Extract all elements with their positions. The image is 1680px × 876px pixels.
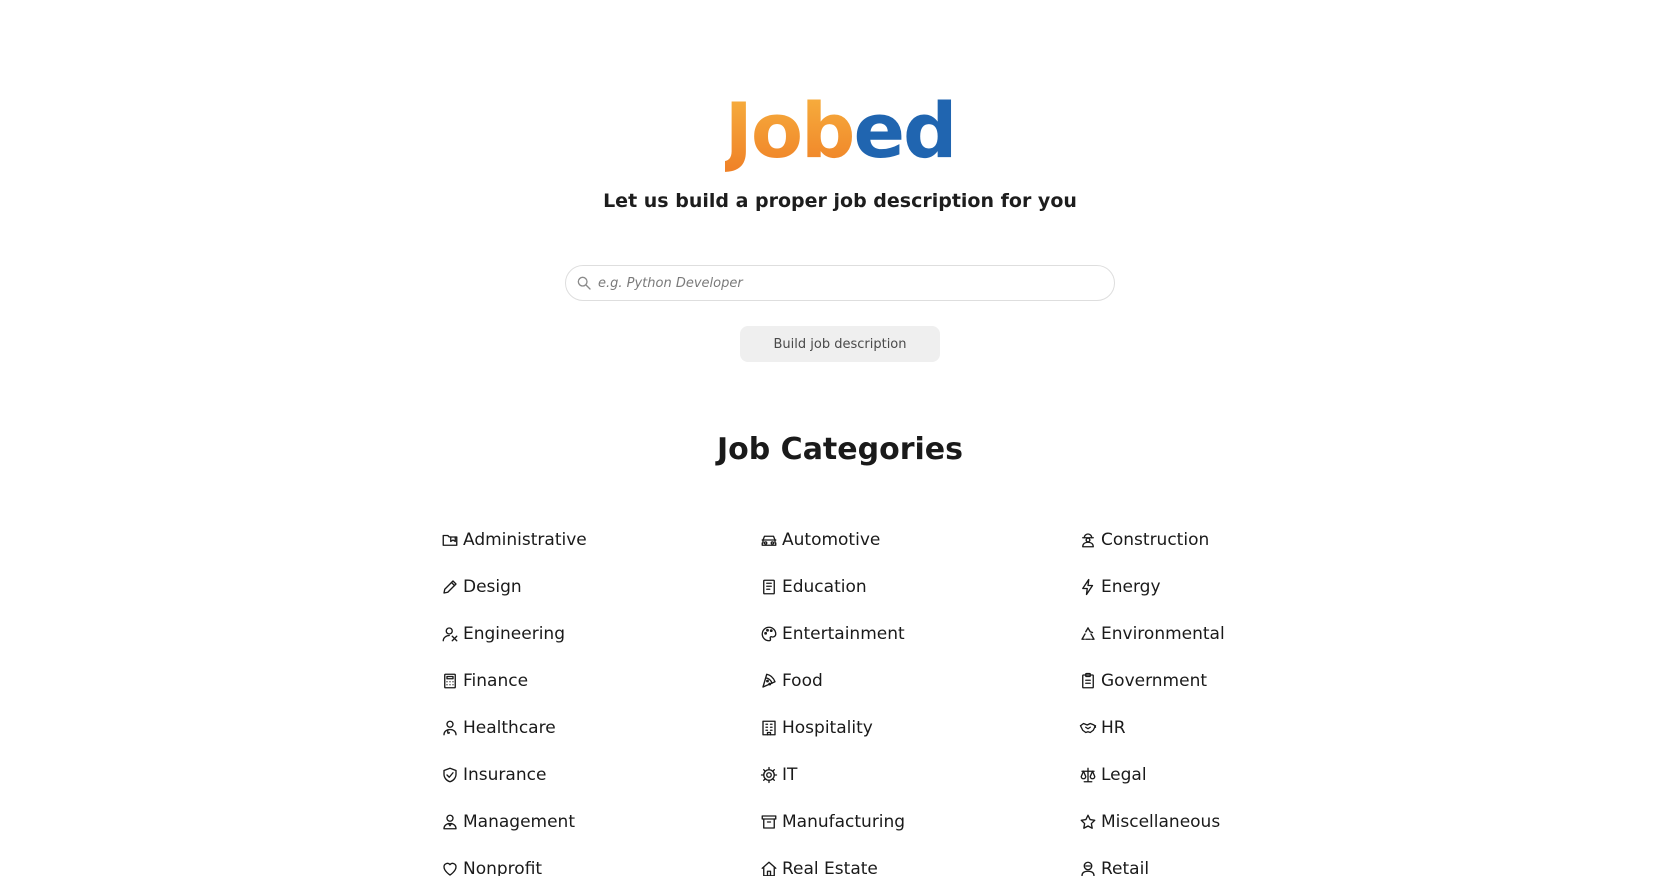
folder-icon bbox=[442, 534, 458, 546]
build-job-description-button[interactable]: Build job description bbox=[740, 326, 940, 362]
pizza-icon bbox=[762, 673, 776, 688]
calculator-icon bbox=[444, 673, 456, 689]
clipboard-icon bbox=[1082, 672, 1094, 689]
category-label: Real Estate bbox=[782, 859, 878, 876]
category-entertainment[interactable]: Entertainment bbox=[760, 622, 1079, 646]
category-label: Nonprofit bbox=[463, 859, 543, 876]
category-food[interactable]: Food bbox=[760, 669, 1079, 693]
tagline: Let us build a proper job description fo… bbox=[603, 190, 1077, 212]
heart-icon bbox=[443, 862, 457, 876]
category-label: Engineering bbox=[463, 624, 565, 644]
category-miscellaneous[interactable]: Miscellaneous bbox=[1079, 810, 1398, 834]
hotel-icon bbox=[762, 720, 776, 736]
category-construction[interactable]: Construction bbox=[1079, 528, 1398, 552]
category-label: Manufacturing bbox=[782, 812, 906, 832]
category-it[interactable]: IT bbox=[760, 763, 1079, 787]
house-icon bbox=[761, 861, 777, 876]
logo-part-job: Job bbox=[724, 86, 856, 175]
category-insurance[interactable]: Insurance bbox=[441, 763, 760, 787]
category-retail[interactable]: Retail bbox=[1079, 857, 1398, 876]
category-label: Insurance bbox=[463, 765, 547, 785]
jobed-logo[interactable]: Jobed bbox=[0, 86, 1680, 176]
category-label: Retail bbox=[1101, 859, 1150, 876]
category-label: Administrative bbox=[463, 530, 587, 550]
job-categories-heading: Job Categories bbox=[716, 432, 963, 467]
category-energy[interactable]: Energy bbox=[1079, 575, 1398, 599]
category-label: Automotive bbox=[782, 530, 881, 550]
book-icon bbox=[763, 579, 775, 595]
category-label: Construction bbox=[1101, 530, 1210, 550]
category-administrative[interactable]: Administrative bbox=[441, 528, 760, 552]
category-label: Miscellaneous bbox=[1101, 812, 1221, 832]
car-icon bbox=[761, 535, 777, 546]
category-real-estate[interactable]: Real Estate bbox=[760, 857, 1079, 876]
category-hospitality[interactable]: Hospitality bbox=[760, 716, 1079, 740]
category-label: IT bbox=[782, 765, 798, 785]
scale-icon bbox=[1080, 767, 1096, 783]
category-label: Entertainment bbox=[782, 624, 905, 644]
categories-grid: Administrative Automotive Construction Desi… bbox=[441, 528, 1401, 876]
handshake-icon bbox=[1079, 722, 1097, 734]
category-hr[interactable]: HR bbox=[1079, 716, 1398, 740]
star-icon bbox=[1080, 814, 1096, 829]
search-input[interactable] bbox=[598, 268, 1100, 298]
search-box[interactable] bbox=[565, 265, 1115, 301]
palette-icon bbox=[761, 626, 777, 642]
category-environmental[interactable]: Environmental bbox=[1079, 622, 1398, 646]
shield-icon bbox=[443, 767, 457, 783]
category-label: Hospitality bbox=[782, 718, 873, 738]
gear-icon bbox=[760, 766, 778, 784]
engineer-icon bbox=[442, 627, 458, 642]
category-management[interactable]: Management bbox=[441, 810, 760, 834]
category-design[interactable]: Design bbox=[441, 575, 760, 599]
category-label: Education bbox=[782, 577, 867, 597]
category-label: Food bbox=[782, 671, 823, 691]
category-label: Environmental bbox=[1101, 624, 1225, 644]
category-nonprofit[interactable]: Nonprofit bbox=[441, 857, 760, 876]
bolt-icon bbox=[1082, 578, 1094, 596]
category-label: Finance bbox=[463, 671, 529, 691]
category-label: Legal bbox=[1101, 765, 1147, 785]
category-legal[interactable]: Legal bbox=[1079, 763, 1398, 787]
worker-icon bbox=[1082, 533, 1094, 548]
category-label: Healthcare bbox=[463, 718, 556, 738]
category-government[interactable]: Government bbox=[1079, 669, 1398, 693]
category-label: HR bbox=[1101, 718, 1126, 738]
cashier-icon bbox=[1081, 861, 1095, 876]
category-manufacturing[interactable]: Manufacturing bbox=[760, 810, 1079, 834]
category-label: Management bbox=[463, 812, 575, 832]
archive-icon bbox=[761, 815, 777, 829]
logo-part-ed: ed bbox=[853, 86, 957, 175]
category-finance[interactable]: Finance bbox=[441, 669, 760, 693]
recycle-icon bbox=[1081, 627, 1095, 640]
category-label: Design bbox=[463, 577, 522, 597]
search-icon bbox=[577, 276, 591, 290]
pencil-icon bbox=[443, 580, 457, 594]
category-label: Energy bbox=[1101, 577, 1161, 597]
manager-icon bbox=[443, 814, 457, 830]
doctor-icon bbox=[443, 720, 457, 736]
category-automotive[interactable]: Automotive bbox=[760, 528, 1079, 552]
page: Jobed Let us build a proper job descript… bbox=[0, 0, 1680, 876]
category-education[interactable]: Education bbox=[760, 575, 1079, 599]
category-label: Government bbox=[1101, 671, 1208, 691]
category-engineering[interactable]: Engineering bbox=[441, 622, 760, 646]
category-healthcare[interactable]: Healthcare bbox=[441, 716, 760, 740]
